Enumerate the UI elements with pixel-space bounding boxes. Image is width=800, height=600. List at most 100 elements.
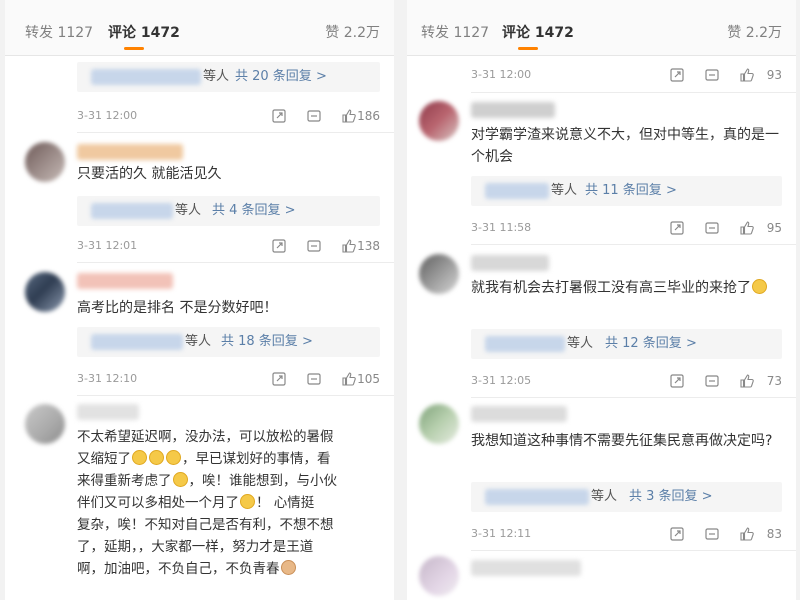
blurred-username[interactable] [471,255,549,271]
like-count: 105 [357,372,380,386]
thumbs-up-icon[interactable] [739,526,755,542]
tab-likes[interactable]: 赞 2.2万 [727,22,782,42]
blurred-replier-names [91,203,173,219]
reply-suffix: 等人 [185,334,212,349]
emoji-icon [166,450,181,465]
emoji-icon [240,494,255,509]
like-count: 93 [766,68,782,82]
tab-comments[interactable]: 评论 1472 [502,22,574,42]
comment-time: 3-31 12:00 [77,109,138,122]
blurred-username[interactable] [77,144,183,160]
share-icon[interactable] [271,108,287,124]
comment-icon[interactable] [704,373,720,389]
emoji-icon [149,450,164,465]
active-tab-indicator [124,47,144,50]
blurred-username[interactable] [471,560,581,576]
reply-summary[interactable]: 等人 共 12 条回复 > [471,329,782,359]
reply-summary[interactable]: 等人 共 3 条回复 > [471,482,782,512]
avatar[interactable] [419,556,459,596]
tab-likes[interactable]: 赞 2.2万 [325,22,380,42]
blurred-replier-names [485,336,565,352]
share-icon[interactable] [669,526,685,542]
comment-icon[interactable] [306,238,322,254]
reply-suffix: 等人 [551,183,578,198]
comment-icon[interactable] [306,371,322,387]
reply-summary[interactable]: 等人 共 20 条回复 > [77,62,380,92]
avatar[interactable] [25,142,65,182]
comment-meta: 3-31 12:05 73 [471,372,782,390]
view-replies-link[interactable]: 共 3 条回复 > [629,482,713,512]
comment-icon[interactable] [704,67,720,83]
comment-time: 3-31 11:58 [471,221,532,234]
reply-summary[interactable]: 等人 共 11 条回复 > [471,176,782,206]
active-tab-indicator [518,47,538,50]
blurred-replier-names [485,489,589,505]
divider [471,244,796,245]
comment-text: 只要活的久 就能活见久 [77,166,222,182]
comment-text: 就我有机会去打暑假工没有高三毕业的来抢了 [471,277,781,299]
like-count: 83 [766,527,782,541]
view-replies-link[interactable]: 共 20 条回复 > [235,62,327,92]
emoji-icon [752,279,767,294]
avatar[interactable] [25,272,65,312]
view-replies-link[interactable]: 共 12 条回复 > [605,329,697,359]
avatar[interactable] [419,101,459,141]
reply-suffix: 等人 [567,336,594,351]
comment-time: 3-31 12:01 [77,239,138,252]
comment-meta: 3-31 12:00 186 [77,107,380,125]
view-replies-link[interactable]: 共 4 条回复 > [212,196,296,226]
blurred-replier-names [485,183,549,199]
reply-summary[interactable]: 等人 共 18 条回复 > [77,327,380,357]
reply-suffix: 等人 [203,69,230,84]
comment-meta: 3-31 12:10 105 [77,370,380,388]
emoji-icon [132,450,147,465]
avatar[interactable] [419,404,459,444]
tab-comments[interactable]: 评论 1472 [108,22,180,42]
comment-text: 我想知道这种事情不需要先征集民意再做决定吗? [471,433,773,449]
comment-text: 高考比的是排名 不是分数好吧！ [77,300,278,316]
like-count: 138 [357,239,380,253]
divider [471,92,796,93]
thumbs-up-icon[interactable] [739,67,755,83]
blurred-username[interactable] [77,404,139,420]
view-replies-link[interactable]: 共 18 条回复 > [221,327,313,357]
share-icon[interactable] [669,67,685,83]
tab-bar: 转发 1127 评论 1472 赞 2.2万 [407,0,796,56]
share-icon[interactable] [669,220,685,236]
thumbs-up-icon[interactable] [341,238,357,254]
avatar[interactable] [25,404,65,444]
reply-suffix: 等人 [175,203,202,218]
share-icon[interactable] [669,373,685,389]
divider [471,397,796,398]
comment-meta: 3-31 12:01 138 [77,237,380,255]
reply-suffix: 等人 [591,489,618,504]
emoji-icon [172,472,188,487]
comment-time: 3-31 12:00 [471,68,532,81]
thumbs-up-icon[interactable] [739,373,755,389]
comment-icon[interactable] [704,526,720,542]
comment-text: 对学霸学渣来说意义不大，但对中等生，真的是一个机会 [471,127,779,165]
thumbs-up-icon[interactable] [739,220,755,236]
like-count: 73 [766,374,782,388]
comments-panel-right: 转发 1127 评论 1472 赞 2.2万 3-31 12:00 93 对学霸… [407,0,796,600]
tab-repost[interactable]: 转发 1127 [421,22,489,42]
comment-meta: 3-31 12:00 93 [471,66,782,84]
comment-icon[interactable] [306,108,322,124]
view-replies-link[interactable]: 共 11 条回复 > [585,176,677,206]
avatar[interactable] [419,254,459,294]
tab-repost[interactable]: 转发 1127 [25,22,93,42]
comment-meta: 3-31 11:58 95 [471,219,782,237]
blurred-username[interactable] [471,406,567,422]
comment-time: 3-31 12:10 [77,372,138,385]
tab-bar: 转发 1127 评论 1472 赞 2.2万 [5,0,394,56]
comment-icon[interactable] [704,220,720,236]
thumbs-up-icon[interactable] [341,108,357,124]
share-icon[interactable] [271,238,287,254]
blurred-username[interactable] [77,273,173,289]
share-icon[interactable] [271,371,287,387]
divider [77,262,394,263]
reply-summary[interactable]: 等人 共 4 条回复 > [77,196,380,226]
blurred-username[interactable] [471,102,555,118]
thumbs-up-icon[interactable] [341,371,357,387]
blurred-replier-names [91,69,201,85]
